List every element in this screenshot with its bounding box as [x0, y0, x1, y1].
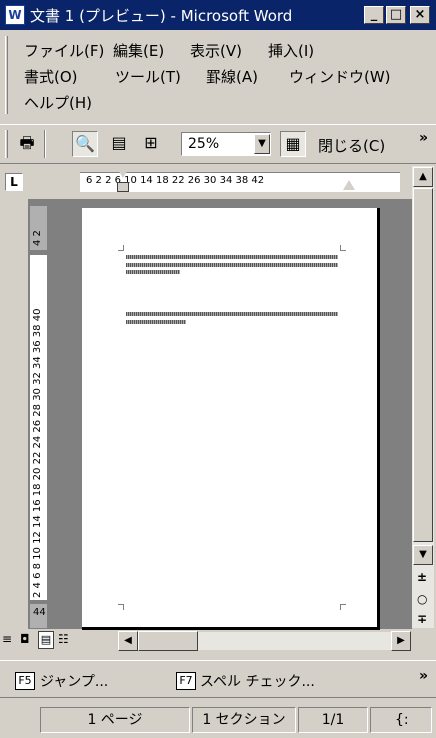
select-browse-object-icon[interactable]: ○: [417, 592, 427, 606]
status-position: 1/1: [298, 707, 368, 733]
crop-mark-top-right: [340, 245, 346, 251]
menu-table[interactable]: 罫線(A): [206, 66, 258, 87]
window-title: 文書 1 (プレビュー) - Microsoft Word: [30, 7, 293, 25]
fkey-overflow-icon[interactable]: »: [419, 668, 428, 684]
scroll-down-button[interactable]: ▼: [413, 545, 433, 565]
menu-insert[interactable]: 挿入(I): [268, 40, 314, 61]
previous-page-icon[interactable]: ±: [417, 570, 427, 584]
right-indent-marker[interactable]: [343, 180, 355, 190]
crop-mark-bottom-left: [118, 604, 124, 610]
menu-window[interactable]: ウィンドウ(W): [289, 66, 391, 87]
f7-key-badge[interactable]: F7: [176, 672, 196, 690]
menu-grip[interactable]: [5, 36, 8, 114]
text-line-preview: [126, 255, 338, 259]
normal-view-icon[interactable]: ≡: [2, 632, 12, 646]
crop-mark-bottom-right: [340, 604, 346, 610]
f5-key-badge[interactable]: F5: [15, 672, 35, 690]
horizontal-ruler-numbers: 6 2 2 6 10 14 18 22 26 30 34 38 42: [86, 175, 265, 186]
text-line-preview: [126, 312, 338, 316]
first-line-indent-marker[interactable]: [117, 168, 129, 178]
multiple-pages-icon[interactable]: ⊞: [138, 131, 164, 157]
word-app-icon[interactable]: W: [5, 5, 25, 25]
magnifier-icon[interactable]: 🔍: [72, 131, 98, 157]
print-layout-icon[interactable]: ▤: [38, 631, 54, 649]
web-layout-icon[interactable]: ◘: [20, 632, 30, 646]
scroll-right-button[interactable]: ▶: [391, 631, 411, 651]
minimize-button[interactable]: _: [364, 6, 384, 24]
menu-help[interactable]: ヘルプ(H): [24, 92, 92, 113]
toolbar-separator: [44, 130, 46, 158]
horizontal-scroll-thumb[interactable]: [138, 631, 198, 651]
title-bar: W 文書 1 (プレビュー) - Microsoft Word _ □ ×: [0, 0, 436, 30]
vertical-ruler-top-numbers: 4 2: [32, 230, 43, 246]
vertical-ruler-bottom-number: 44: [33, 607, 46, 618]
next-page-icon[interactable]: ∓: [417, 612, 427, 626]
menu-format[interactable]: 書式(O): [24, 66, 78, 87]
spell-check-button[interactable]: スペル チェック...: [200, 671, 315, 691]
outline-view-icon[interactable]: ☷: [58, 632, 69, 646]
toolbar-overflow-icon[interactable]: »: [419, 130, 428, 146]
status-page: 1 ページ: [40, 707, 190, 733]
print-icon[interactable]: 🖶: [14, 131, 40, 157]
one-page-icon[interactable]: ▤: [106, 131, 132, 157]
left-indent-marker[interactable]: [117, 182, 129, 192]
status-extra: {:: [370, 707, 432, 733]
chevron-down-icon[interactable]: ▼: [254, 134, 270, 154]
jump-button[interactable]: ジャンプ...: [40, 671, 108, 691]
text-line-preview: [126, 320, 186, 324]
menu-view[interactable]: 表示(V): [190, 40, 242, 61]
maximize-button[interactable]: □: [386, 6, 406, 24]
text-line-preview: [126, 270, 180, 274]
status-section: 1 セクション: [192, 707, 296, 733]
menu-edit[interactable]: 編集(E): [113, 40, 164, 61]
close-button[interactable]: ×: [410, 6, 430, 24]
crop-mark-top-left: [118, 245, 124, 251]
view-ruler-icon[interactable]: ▦: [280, 131, 306, 157]
vertical-scroll-thumb[interactable]: [413, 188, 433, 542]
menu-file[interactable]: ファイル(F): [24, 40, 104, 61]
tab-selector[interactable]: L: [5, 173, 23, 191]
scroll-left-button[interactable]: ◀: [118, 631, 138, 651]
scroll-up-button[interactable]: ▲: [413, 167, 433, 187]
vertical-ruler-numbers: 2 4 6 8 10 12 14 16 18 20 22 24 26 28 30…: [32, 308, 43, 598]
menu-tools[interactable]: ツール(T): [115, 66, 181, 87]
text-line-preview: [126, 263, 338, 267]
toolbar-grip[interactable]: [5, 130, 8, 158]
close-preview-button[interactable]: 閉じる(C): [318, 135, 385, 156]
